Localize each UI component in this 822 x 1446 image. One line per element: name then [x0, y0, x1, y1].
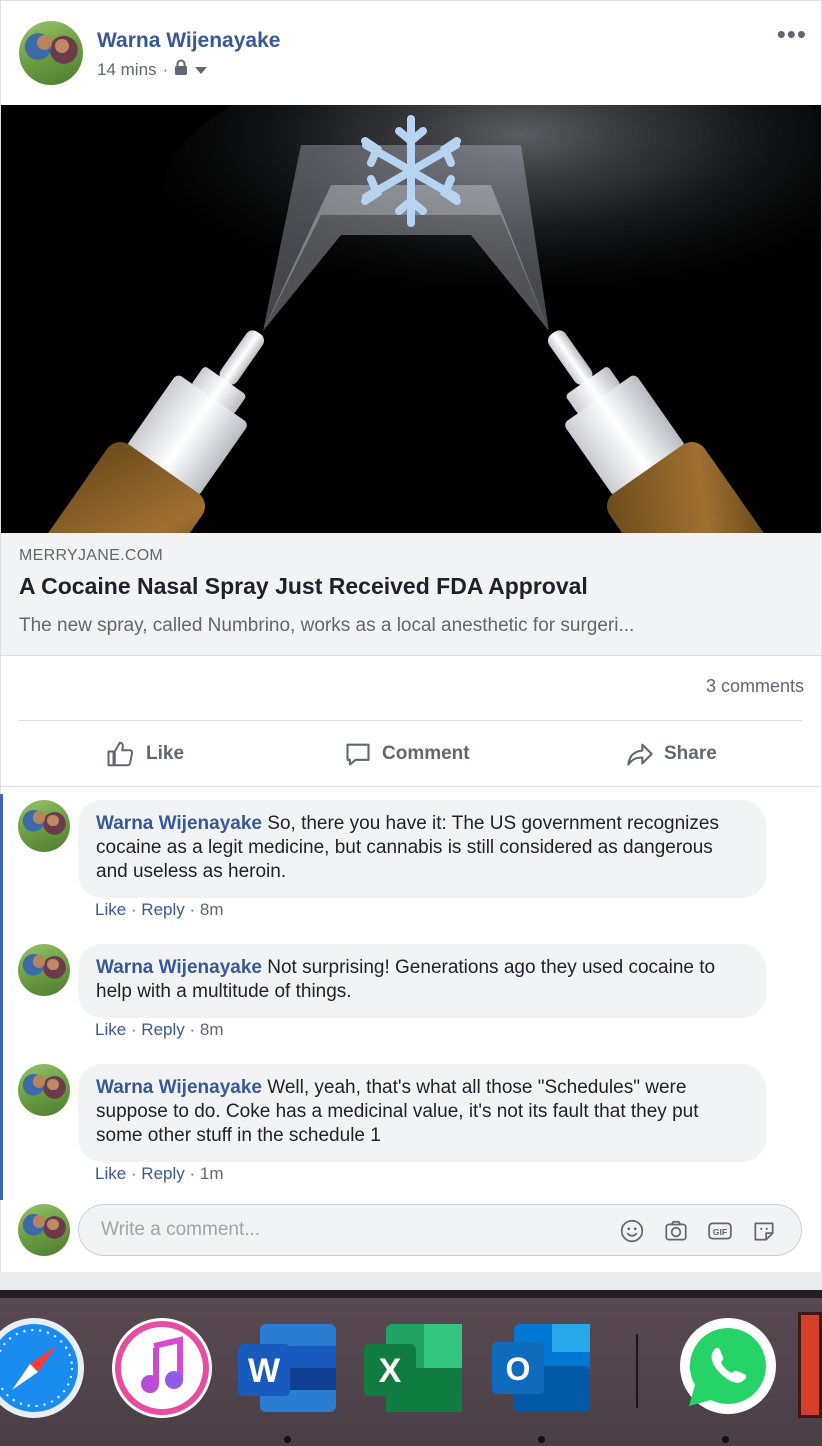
sticker-icon[interactable]	[751, 1218, 777, 1244]
link-domain: MERRYJANE.COM	[19, 547, 164, 564]
comment-input-placeholder: Write a comment...	[101, 1219, 261, 1240]
safari-icon[interactable]	[0, 1316, 86, 1420]
lock-icon	[174, 59, 188, 80]
camera-icon[interactable]	[663, 1218, 689, 1244]
comment-author[interactable]: Warna Wijenayake	[96, 1077, 262, 1098]
excel-letter: X	[379, 1352, 402, 1390]
word-icon[interactable]: W	[236, 1316, 340, 1420]
dock-top-edge	[0, 1290, 822, 1298]
current-user-avatar	[18, 1204, 70, 1256]
comment-count[interactable]: 3 comments	[706, 676, 804, 697]
link-title[interactable]: A Cocaine Nasal Spray Just Received FDA …	[19, 573, 588, 600]
commenter-avatar[interactable]	[18, 800, 70, 852]
divider	[0, 786, 820, 787]
dock-separator	[636, 1334, 638, 1408]
itunes-icon[interactable]	[110, 1316, 214, 1420]
comment-time[interactable]: 8m	[200, 900, 224, 919]
comment-actions: Like · Reply · 1m	[95, 1164, 224, 1183]
comment-author[interactable]: Warna Wijenayake	[96, 957, 262, 978]
comment-reply-link[interactable]: Reply	[141, 1020, 184, 1039]
outlook-icon[interactable]: O	[490, 1316, 594, 1420]
comment-bubble: Warna Wijenayake Not surprising! Generat…	[78, 944, 766, 1018]
link-description: The new spray, called Numbrino, works as…	[19, 615, 635, 636]
post-meta: 14 mins ·	[97, 59, 208, 80]
running-indicator	[284, 1436, 291, 1443]
comment-bubble-icon	[346, 743, 370, 766]
commenter-avatar[interactable]	[18, 1064, 70, 1116]
share-label: Share	[664, 743, 717, 764]
comment-reply-link[interactable]: Reply	[141, 1164, 184, 1183]
commenter-avatar[interactable]	[18, 944, 70, 996]
like-label: Like	[146, 743, 185, 764]
emoji-icon[interactable]	[619, 1218, 645, 1244]
comment-like-link[interactable]: Like	[95, 1020, 126, 1039]
comment-like-link[interactable]: Like	[95, 900, 126, 919]
author-avatar[interactable]	[19, 21, 83, 85]
comment-bubble: Warna Wijenayake So, there you have it: …	[78, 800, 766, 898]
svg-text:GIF: GIF	[713, 1227, 727, 1237]
divider	[18, 720, 802, 721]
dock-app-partial	[798, 1312, 822, 1418]
comment-time[interactable]: 1m	[200, 1164, 224, 1183]
link-preview-image[interactable]	[1, 105, 821, 533]
more-options-icon[interactable]: •••	[777, 19, 807, 50]
post-time[interactable]: 14 mins	[97, 60, 157, 80]
like-button[interactable]: Like	[106, 736, 184, 772]
outlook-letter: O	[506, 1351, 531, 1387]
comments-thread-indicator	[0, 794, 3, 1200]
page-background	[0, 1272, 822, 1290]
comment-author[interactable]: Warna Wijenayake	[96, 813, 262, 834]
share-arrow-icon	[627, 743, 653, 766]
share-button[interactable]: Share	[626, 736, 717, 772]
gif-icon[interactable]: GIF	[707, 1218, 733, 1244]
running-indicator	[538, 1436, 545, 1443]
word-letter: W	[248, 1352, 281, 1390]
comment-like-link[interactable]: Like	[95, 1164, 126, 1183]
comment-reply-link[interactable]: Reply	[141, 900, 184, 919]
comment-actions: Like · Reply · 8m	[95, 900, 224, 919]
author-name[interactable]: Warna Wijenayake	[97, 29, 280, 53]
comment-button[interactable]: Comment	[344, 736, 470, 772]
comment-label: Comment	[382, 743, 470, 764]
thumbs-up-icon	[107, 741, 134, 767]
running-indicator	[722, 1436, 729, 1443]
excel-icon[interactable]: X	[362, 1316, 466, 1420]
comment-input[interactable]: Write a comment... GIF	[78, 1204, 802, 1256]
link-preview[interactable]: MERRYJANE.COM A Cocaine Nasal Spray Just…	[1, 533, 821, 656]
caret-down-icon[interactable]	[194, 60, 208, 80]
comment-time[interactable]: 8m	[200, 1020, 224, 1039]
comment-actions: Like · Reply · 8m	[95, 1020, 224, 1039]
whatsapp-icon[interactable]	[676, 1316, 780, 1420]
comment-bubble: Warna Wijenayake Well, yeah, that's what…	[78, 1064, 766, 1162]
meta-separator: ·	[162, 59, 169, 79]
